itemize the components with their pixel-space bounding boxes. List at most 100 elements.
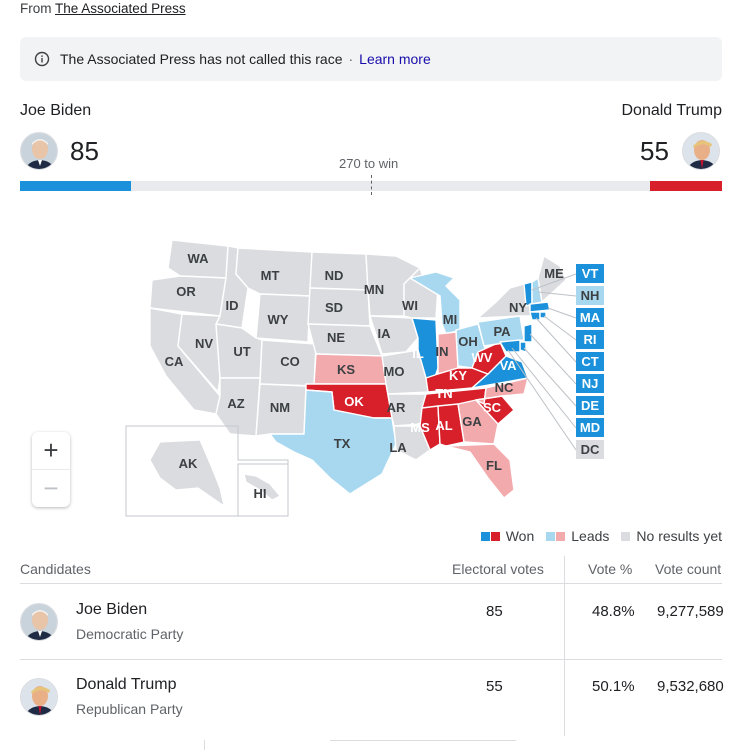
label-TN: TN: [435, 386, 452, 401]
biden-avatar: [20, 132, 58, 170]
label-AZ: AZ: [227, 396, 244, 411]
label-OH: OH: [458, 334, 478, 349]
label-MO: MO: [384, 364, 405, 379]
label-AK: AK: [179, 456, 198, 471]
label-IL: IL: [412, 346, 424, 361]
source-link[interactable]: The Associated Press: [55, 1, 186, 16]
notice-separator: ·: [348, 51, 354, 67]
label-IA: IA: [378, 326, 392, 341]
notice-text: The Associated Press has not called this…: [60, 51, 343, 67]
learn-more-link[interactable]: Learn more: [359, 51, 431, 67]
state-NJ: [523, 323, 533, 343]
small-state-label-MD: MD: [580, 420, 600, 435]
label-GA: GA: [462, 414, 482, 429]
label-LA: LA: [389, 440, 407, 455]
label-KY: KY: [449, 368, 467, 383]
label-WI: WI: [402, 298, 418, 313]
legend-swatch-dem-leads: [546, 531, 556, 541]
zoom-in-button[interactable]: +: [32, 432, 70, 469]
table-row: Donald Trump Republican Party 55 50.1% 9…: [20, 660, 724, 735]
table-row: Joe Biden Democratic Party 85 48.8% 9,27…: [20, 585, 724, 660]
header-candidates: Candidates: [20, 561, 91, 577]
small-state-label-DE: DE: [581, 398, 599, 413]
trump-name: Donald Trump: [621, 102, 723, 119]
label-NV: NV: [195, 336, 213, 351]
label-NM: NM: [270, 400, 290, 415]
legend-leads: Leads: [546, 528, 609, 544]
state-DE: [519, 341, 527, 353]
legend-swatch-none: [621, 531, 631, 541]
label-VA: VA: [499, 358, 517, 373]
vote-percent: 48.8%: [592, 603, 635, 620]
footer-divider: [204, 740, 205, 750]
biden-name: Joe Biden: [20, 102, 92, 119]
trump-electoral-count: 55: [640, 136, 669, 166]
label-NE: NE: [327, 330, 345, 345]
label-ND: ND: [325, 268, 344, 283]
biden-row-avatar: [20, 603, 58, 641]
vote-count: 9,277,589: [657, 603, 724, 620]
source-line: From The Associated Press: [20, 1, 186, 16]
legend-swatch-rep-leads: [556, 531, 566, 541]
results-table-header: Candidates Electoral votes Vote % Vote c…: [20, 556, 722, 584]
small-state-label-MA: MA: [580, 310, 601, 325]
label-FL: FL: [486, 458, 502, 473]
label-OR: OR: [176, 284, 196, 299]
legend-none: No results yet: [621, 528, 722, 544]
state-AK: [149, 439, 225, 508]
vote-percent: 50.1%: [592, 678, 635, 695]
info-icon: [34, 51, 50, 67]
trump-progress-fill: [650, 181, 722, 191]
candidate-party: Republican Party: [76, 701, 183, 717]
label-MT: MT: [261, 268, 280, 283]
legend-won: Won: [480, 528, 534, 544]
label-WV: WV: [472, 350, 493, 365]
candidate-name: Joe Biden: [76, 601, 148, 618]
zoom-out-button[interactable]: −: [32, 469, 70, 506]
label-CA: CA: [165, 354, 184, 369]
candidate-party: Democratic Party: [76, 626, 184, 642]
small-state-label-DC: DC: [581, 442, 600, 457]
candidate-name: Donald Trump: [76, 676, 177, 693]
legend-leads-label: Leads: [571, 528, 610, 544]
label-HI: HI: [254, 486, 267, 501]
label-WY: WY: [268, 312, 289, 327]
small-state-boxes: VT NH MA RI CT NJ DE MD DC: [576, 264, 604, 459]
small-state-label-CT: CT: [581, 354, 598, 369]
threshold-marker: [371, 175, 372, 195]
state-CT: [529, 311, 541, 321]
label-PA: PA: [493, 324, 511, 339]
label-TX: TX: [334, 436, 351, 451]
trump-avatar: [682, 132, 720, 170]
label-MN: MN: [364, 282, 384, 297]
label-AL: AL: [435, 418, 452, 433]
small-state-label-NJ: NJ: [582, 376, 599, 391]
small-state-label-RI: RI: [584, 332, 597, 347]
header-electoral-votes: Electoral votes: [452, 561, 544, 577]
header-vote-count: Vote count: [655, 561, 722, 577]
source-prefix: From: [20, 1, 52, 16]
us-electoral-map[interactable]: WA OR CA ID NV MT WY UT AZ CO NM ND SD N…: [120, 228, 620, 528]
label-NY: NY: [509, 300, 527, 315]
small-state-label-VT: VT: [582, 266, 599, 281]
electoral-votes: 85: [486, 603, 503, 620]
label-WA: WA: [188, 251, 210, 266]
label-KS: KS: [337, 362, 355, 377]
map-legend: Won Leads No results yet: [473, 528, 722, 544]
header-vote-pct: Vote %: [588, 561, 633, 577]
label-ID: ID: [226, 298, 239, 313]
label-AR: AR: [387, 400, 406, 415]
label-OK: OK: [344, 394, 364, 409]
race-not-called-notice: The Associated Press has not called this…: [20, 37, 722, 81]
label-IN: IN: [436, 344, 449, 359]
biden-progress-fill: [20, 181, 131, 191]
vote-count: 9,532,680: [657, 678, 724, 695]
label-MI: MI: [443, 312, 457, 327]
label-NC: NC: [495, 380, 514, 395]
label-UT: UT: [233, 344, 250, 359]
legend-none-label: No results yet: [636, 528, 722, 544]
zoom-controls: + −: [32, 432, 70, 507]
state-FL: [445, 443, 515, 499]
legend-swatch-dem-won: [480, 531, 490, 541]
trump-row-avatar: [20, 678, 58, 716]
